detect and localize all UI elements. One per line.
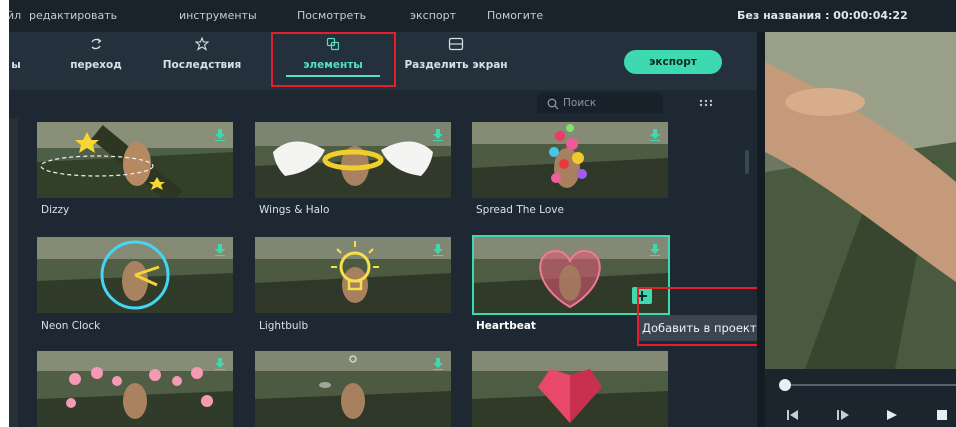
grid-view-icon[interactable] <box>699 96 713 115</box>
download-icon[interactable] <box>215 126 225 145</box>
split-screen-icon <box>397 37 515 51</box>
library-header: Поиск <box>9 90 749 118</box>
search-input[interactable]: Поиск <box>537 93 663 113</box>
element-thumb-spread-the-love[interactable] <box>472 122 668 198</box>
element-thumb-neon-clock[interactable] <box>37 237 233 313</box>
tab-transitions[interactable]: переход <box>61 32 131 90</box>
elements-tab-highlight <box>271 32 396 87</box>
menu-help[interactable]: Помогите <box>487 9 543 22</box>
vineyard-image <box>255 351 451 427</box>
tab-split-screen[interactable]: Разделить экран <box>397 32 515 90</box>
download-icon[interactable] <box>215 355 225 374</box>
timeline-knob[interactable] <box>779 379 791 391</box>
menu-export[interactable]: экспорт <box>410 9 456 22</box>
effects-icon <box>152 37 252 51</box>
element-label: Spread The Love <box>476 204 564 216</box>
download-icon[interactable] <box>650 126 660 145</box>
video-preview <box>765 32 956 369</box>
menu-tools[interactable]: инструменты <box>179 9 257 22</box>
element-label: Lightbulb <box>259 320 309 332</box>
download-icon[interactable] <box>215 241 225 260</box>
step-back-icon[interactable] <box>787 405 799 424</box>
element-label: Dizzy <box>41 204 70 216</box>
tab-effects[interactable]: Последствия <box>152 32 252 90</box>
library-scrollbar[interactable] <box>745 150 749 174</box>
element-thumb-hearts[interactable] <box>37 351 233 427</box>
vineyard-image <box>255 122 451 198</box>
vineyard-image <box>37 237 233 313</box>
element-thumb-wings-halo[interactable] <box>255 122 451 198</box>
panel-divider[interactable] <box>757 32 765 427</box>
menu-view[interactable]: Посмотреть <box>297 9 366 22</box>
vineyard-image <box>37 122 233 198</box>
search-placeholder: Поиск <box>563 97 597 109</box>
playback-controls <box>765 369 956 427</box>
element-thumb-sparkle[interactable] <box>255 351 451 427</box>
tab-effects-label: Последствия <box>162 59 242 71</box>
tab-titles[interactable]: ы <box>9 32 27 90</box>
play-icon[interactable] <box>887 405 897 424</box>
element-label: Wings & Halo <box>259 204 330 216</box>
download-icon[interactable] <box>433 355 443 374</box>
vineyard-image <box>37 351 233 427</box>
element-thumb-dizzy[interactable] <box>37 122 233 198</box>
tab-split-screen-label: Разделить экран <box>404 59 508 71</box>
vineyard-image <box>472 122 668 198</box>
menu-edit[interactable]: редактировать <box>29 9 117 22</box>
window-title: Без названия : 00:00:04:22 <box>737 9 908 22</box>
preview-image <box>765 32 956 369</box>
export-button[interactable]: экспорт <box>624 50 722 74</box>
menu-bar: йл редактировать инструменты Посмотреть … <box>9 0 956 32</box>
vineyard-image <box>255 237 451 313</box>
tab-transitions-label: переход <box>70 59 122 71</box>
step-forward-icon[interactable] <box>837 405 849 424</box>
element-label: Neon Clock <box>41 320 101 332</box>
library-left-edge <box>9 118 18 427</box>
download-icon[interactable] <box>433 126 443 145</box>
stop-icon[interactable] <box>937 405 947 424</box>
element-thumb-lightbulb[interactable] <box>255 237 451 313</box>
menu-file[interactable]: йл <box>9 9 21 22</box>
element-label: Heartbeat <box>476 320 536 332</box>
timeline-track[interactable] <box>783 384 956 386</box>
vineyard-image <box>472 351 668 427</box>
transition-icon <box>61 37 131 51</box>
element-thumb-crystal-heart[interactable] <box>472 351 668 427</box>
search-icon <box>547 97 559 117</box>
download-icon[interactable] <box>433 241 443 260</box>
tab-titles-label: ы <box>11 59 21 71</box>
editor-window: йл редактировать инструменты Посмотреть … <box>9 0 956 427</box>
